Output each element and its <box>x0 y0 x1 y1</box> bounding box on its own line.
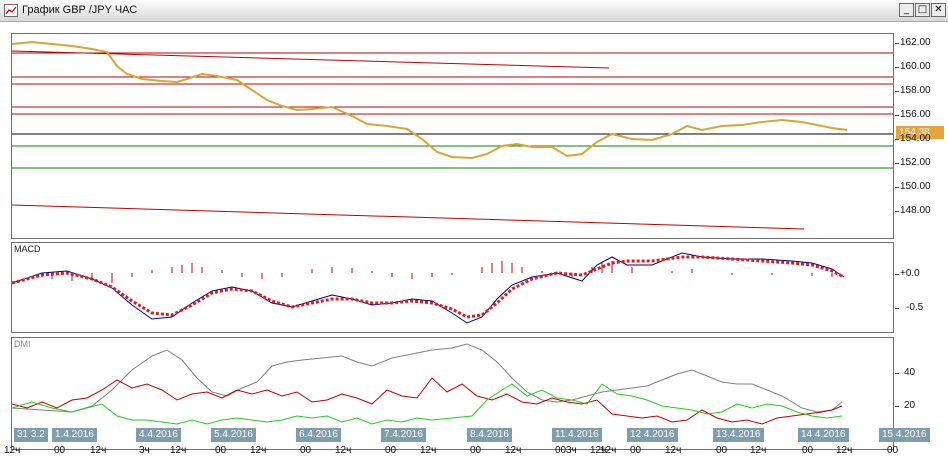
plus-di-line <box>12 377 843 425</box>
hour-label: 00 <box>630 445 642 456</box>
hour-label: 00 <box>802 445 814 456</box>
maximize-button[interactable]: □ <box>915 3 930 17</box>
price-scale-label: 152.00 <box>900 157 931 168</box>
hour-label: 12ч <box>335 445 352 456</box>
scale-tick <box>895 373 899 374</box>
date-label: 15.4.2016 <box>879 428 930 442</box>
date-label: 6.4.2016 <box>296 428 341 442</box>
hour-label: 00 <box>555 445 567 456</box>
hour-label: 12ч <box>4 445 21 456</box>
price-scale-label: 156.00 <box>900 109 931 120</box>
price-scale-label: 158.00 <box>900 85 931 96</box>
scale-tick <box>895 115 899 116</box>
hour-label: 00 <box>385 445 397 456</box>
title-bar: График GBP /JPY ЧАС _ □ ✕ <box>0 0 948 22</box>
scale-tick <box>895 406 899 407</box>
price-scale-label: 148.00 <box>900 205 931 216</box>
date-label: 12.4.2016 <box>627 428 678 442</box>
price-scale-label: 150.00 <box>900 181 931 192</box>
trend-line-upper <box>12 50 610 69</box>
macd-panel[interactable]: MACD <box>11 242 894 333</box>
scale-tick <box>895 43 899 44</box>
window-title: График GBP /JPY ЧАС <box>22 4 138 16</box>
minimize-button[interactable]: _ <box>899 3 914 17</box>
chart-app-icon <box>4 4 18 17</box>
hour-label: 12ч <box>420 445 437 456</box>
close-button[interactable]: ✕ <box>931 3 946 17</box>
date-label: 8.4.2016 <box>467 428 512 442</box>
price-series <box>12 40 848 160</box>
hour-label: 00 <box>716 445 728 456</box>
date-label: 4.4.2016 <box>136 428 181 442</box>
hour-label: 00 <box>300 445 312 456</box>
price-chart <box>12 40 893 230</box>
date-label: 14.4.2016 <box>798 428 849 442</box>
scale-tick <box>895 163 899 164</box>
scale-tick <box>895 187 899 188</box>
scale-tick <box>895 67 899 68</box>
price-scale-label: 162.00 <box>900 37 931 48</box>
scale-tick <box>895 91 899 92</box>
hour-label: 12ч <box>836 445 853 456</box>
hour-label: 12ч <box>170 445 187 456</box>
scale-tick <box>895 308 899 309</box>
hour-label: 12ч <box>750 445 767 456</box>
date-label: 31.3.2 <box>14 428 48 442</box>
trend-line-lower <box>12 204 805 230</box>
price-scale-label: 154.00 <box>900 133 931 144</box>
dmi-scale-label: 40 <box>904 367 916 378</box>
hour-label: 12ч <box>90 445 107 456</box>
hour-label: 12ч <box>665 445 682 456</box>
scale-tick <box>895 139 899 140</box>
macd-chart <box>12 252 845 324</box>
hour-label: 12ч <box>250 445 267 456</box>
hour-label: 12ч <box>505 445 522 456</box>
date-label: 7.4.2016 <box>381 428 426 442</box>
date-label: 13.4.2016 <box>713 428 764 442</box>
adx-line <box>12 343 843 413</box>
date-label: 11.4.2016 <box>552 428 602 442</box>
hour-label: 00 <box>887 445 899 456</box>
date-label: 5.4.2016 <box>211 428 256 442</box>
macd-line <box>12 252 845 324</box>
hour-label: 00 <box>470 445 482 456</box>
hour-label: 3ч <box>566 445 577 456</box>
hour-label: 3ч <box>139 445 150 456</box>
macd-scale-label: +0.0 <box>900 268 920 279</box>
hour-label: 00 <box>54 445 66 456</box>
macd-scale-label: -0.5 <box>906 302 924 313</box>
scale-tick <box>895 211 899 212</box>
scale-tick <box>895 274 899 275</box>
price-scale-label: 160.00 <box>900 61 931 72</box>
hour-label: 00 <box>215 445 227 456</box>
price-panel[interactable] <box>11 33 894 239</box>
chart-window: MACD DMI 162.00 160.00 158.00 156.00 154… <box>0 22 948 462</box>
hour-label: 12ч <box>600 445 617 456</box>
dmi-scale-label: 20 <box>904 400 916 411</box>
macd-histogram <box>41 261 833 283</box>
date-label: 1.4.2016 <box>52 428 97 442</box>
